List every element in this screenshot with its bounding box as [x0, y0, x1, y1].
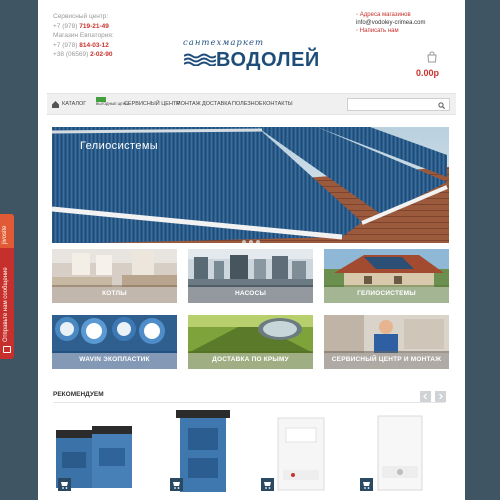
category-delivery-label: ДОСТАВКА ПО КРЫМУ — [188, 351, 313, 369]
category-solar[interactable]: ГЕЛИОСИСТЕМЫ — [324, 249, 449, 303]
product-image — [277, 417, 325, 491]
slider-dot[interactable] — [256, 240, 260, 243]
service-photo — [324, 315, 449, 353]
logo-name[interactable]: ВОДОЛЕЙ — [216, 49, 320, 72]
store-label: Магазин Евпатория: — [53, 32, 114, 40]
slider-dots — [242, 231, 263, 243]
page: Сервисный центр: +7 (978) 719-21-49 Мага… — [38, 0, 465, 500]
category-solar-label: ГЕЛИОСИСТЕМЫ — [324, 285, 449, 303]
cart-icon — [173, 482, 180, 489]
cart-total[interactable]: 0.00р — [416, 68, 439, 78]
category-service[interactable]: СЕРВИСНЫЙ ЦЕНТР И МОНТАЖ — [324, 315, 449, 369]
logo-tagline[interactable]: сантехмаркет — [183, 38, 264, 48]
add-to-cart-button[interactable] — [58, 478, 71, 491]
carousel-prev-button[interactable] — [420, 391, 431, 402]
nav-item-catalog[interactable]: КАТАЛОГ — [62, 101, 86, 107]
search-icon[interactable] — [438, 102, 445, 109]
category-pumps[interactable]: НАСОСЫ — [188, 249, 313, 303]
store-addresses-link[interactable]: ◦ Адреса магазинов — [356, 11, 425, 19]
category-service-label: СЕРВИСНЫЙ ЦЕНТР И МОНТАЖ — [324, 351, 449, 369]
cart-icon — [61, 482, 68, 489]
logo-waves-icon[interactable] — [184, 52, 216, 66]
header-links: ◦ Адреса магазинов info@vodoley-crimea.c… — [356, 11, 425, 35]
store-phone-2[interactable]: +38 (06569) 2-02-90 — [53, 50, 114, 60]
add-to-cart-button[interactable] — [360, 478, 373, 491]
hero-banner[interactable]: Гелиосистемы — [52, 127, 449, 243]
boilers-photo — [52, 249, 177, 287]
pipes-photo — [52, 315, 177, 353]
home-icon[interactable] — [52, 101, 59, 108]
cart-icon — [264, 482, 271, 489]
category-delivery[interactable]: ДОСТАВКА ПО КРЫМУ — [188, 315, 313, 369]
slider-dot[interactable] — [249, 240, 253, 243]
carousel-next-button[interactable] — [435, 391, 446, 402]
slider-dot[interactable] — [242, 240, 246, 243]
category-pumps-label: НАСОСЫ — [188, 285, 313, 303]
best-price-badge[interactable]: ВЫГОДНЫЕ ЦЕНЫ — [96, 97, 128, 112]
write-us-link[interactable]: ◦ Написать нам — [356, 27, 425, 35]
banner-title: Гелиосистемы — [80, 140, 159, 152]
product-image — [377, 415, 423, 491]
recommended-divider — [53, 402, 445, 403]
main-nav: КАТАЛОГ ВЫГОДНЫЕ ЦЕНЫ СЕРВИСНЫЙ ЦЕНТР МО… — [47, 93, 456, 115]
category-wavin-label: WAVIN ЭКОПЛАСТИК — [52, 351, 177, 369]
category-wavin[interactable]: WAVIN ЭКОПЛАСТИК — [52, 315, 177, 369]
header-contacts: Сервисный центр: +7 (978) 719-21-49 Мага… — [53, 12, 114, 60]
message-icon — [3, 346, 11, 353]
nav-item-useful[interactable]: ПОЛЕЗНОЕ — [232, 101, 263, 107]
nav-item-delivery[interactable]: ДОСТАВКА — [202, 101, 231, 107]
nav-item-service[interactable]: СЕРВИСНЫЙ ЦЕНТР — [124, 101, 180, 107]
email-link[interactable]: info@vodoley-crimea.com — [356, 19, 425, 27]
recommended-title: РЕКОМЕНДУЕМ — [53, 391, 104, 398]
shopping-bag-icon[interactable] — [426, 51, 438, 63]
chevron-left-icon — [423, 393, 427, 400]
add-to-cart-button[interactable] — [261, 478, 274, 491]
service-center-phone[interactable]: +7 (978) 719-21-49 — [53, 22, 114, 32]
jivosite-logo: jivosite — [0, 214, 14, 248]
search-input[interactable] — [347, 98, 450, 111]
jivosite-logo-text: jivosite — [2, 225, 8, 244]
product-card[interactable] — [164, 408, 254, 500]
nav-item-install[interactable]: МОНТАЖ — [176, 101, 201, 107]
delivery-photo — [188, 315, 313, 353]
chevron-right-icon — [439, 393, 443, 400]
product-card[interactable] — [261, 408, 351, 500]
category-boilers-label: КОТЛЫ — [52, 285, 177, 303]
service-center-label: Сервисный центр: — [53, 13, 109, 20]
product-card[interactable] — [54, 408, 144, 500]
product-card[interactable] — [360, 408, 450, 500]
feedback-widget[interactable]: jivosite Отправьте нам сообщение — [0, 214, 14, 359]
nav-item-contacts[interactable]: КОНТАКТЫ — [263, 101, 293, 107]
feedback-label: Отправьте нам сообщение — [3, 267, 9, 342]
store-phone[interactable]: +7 (978) 814-03-12 — [53, 41, 114, 51]
add-to-cart-button[interactable] — [170, 478, 183, 491]
cart-icon — [363, 482, 370, 489]
pumps-photo — [188, 249, 313, 287]
solar-photo — [324, 249, 449, 287]
category-boilers[interactable]: КОТЛЫ — [52, 249, 177, 303]
